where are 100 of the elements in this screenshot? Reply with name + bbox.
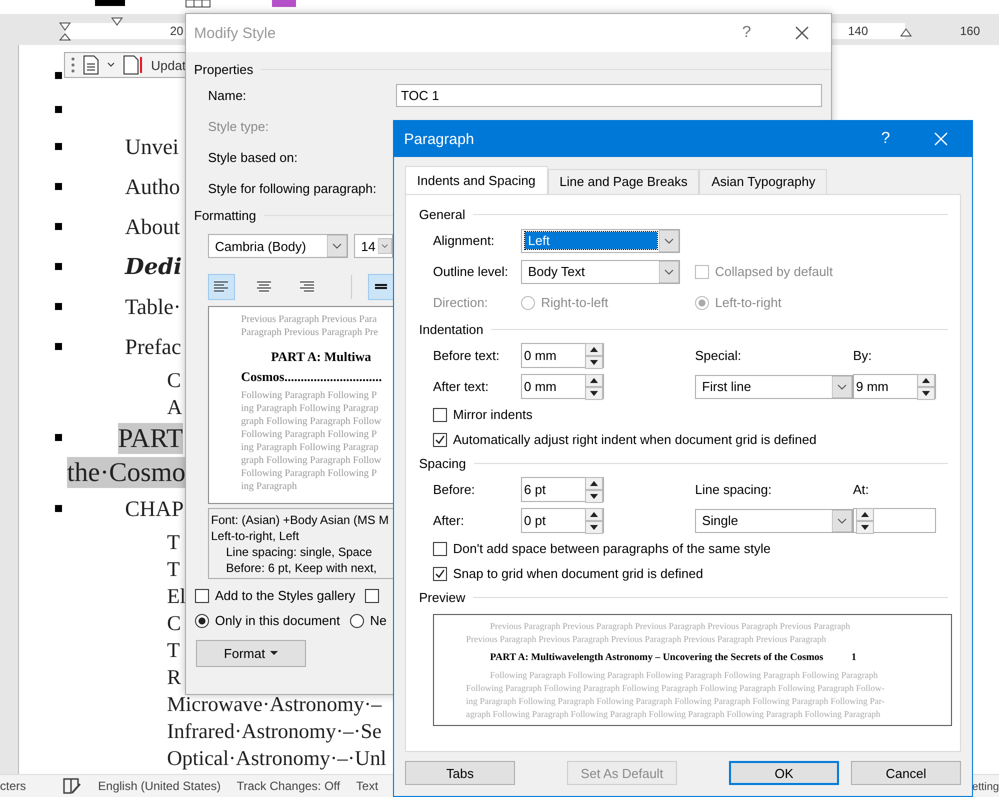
preview-text: Following Paragraph Following P [241, 428, 378, 441]
dropdown[interactable]: First line [695, 374, 853, 398]
name-field[interactable]: TOC 1 [396, 84, 822, 107]
document-text: El [167, 584, 186, 609]
radio-label[interactable]: Only in this document [215, 613, 340, 628]
help-button[interactable]: ? [742, 24, 751, 42]
radio-button[interactable] [195, 614, 209, 628]
document-text: CHAP [125, 496, 184, 522]
description-text: Left-to-right, Left [211, 528, 300, 544]
document-alert-icon[interactable] [123, 55, 143, 75]
update-button[interactable]: Updat [151, 58, 186, 72]
page-number: 1 [851, 652, 856, 663]
shape-icon[interactable] [271, 0, 297, 8]
preview-sample-text: PART A: Multiwavelength Astronomy – Uncovering the Secrets of the Cosmos [490, 652, 824, 663]
status-item[interactable]: English (United States) [98, 779, 221, 793]
table-icon[interactable] [185, 0, 211, 8]
preview-text: Following Paragraph Following Paragraph Following Paragraph Following Paragraph Following Paragraph Follow- [466, 682, 886, 695]
document-text: A [167, 395, 182, 420]
tab[interactable]: Indents and Spacing [405, 166, 548, 194]
checkbox-label[interactable]: Snap to grid when document grid is defined [453, 566, 704, 581]
book-pencil-icon[interactable] [62, 777, 82, 795]
spin-arrows-icon[interactable] [856, 508, 874, 534]
field-label: Style based on: [208, 150, 299, 165]
dropdown[interactable]: Single [695, 508, 853, 532]
spin-arrows-icon[interactable] [917, 374, 935, 400]
field-label: Direction: [433, 295, 489, 310]
preview-text: Previous Paragraph Previous Paragraph Previous Paragraph Previous Paragraph Previous Paragraph [466, 633, 828, 646]
radio-label: Left-to-right [715, 295, 782, 310]
dropdown[interactable]: Left [521, 228, 680, 252]
size-dropdown[interactable]: 14 [354, 234, 393, 258]
field-label: Line spacing: [695, 482, 773, 497]
spin-arrows-icon[interactable] [585, 476, 603, 502]
color-bar-icon[interactable] [95, 0, 125, 6]
checkbox-label: Collapsed by default [715, 264, 833, 279]
caret-icon[interactable] [107, 62, 115, 68]
preview-text: Paragraph Previous Paragraph Pre [241, 326, 379, 339]
document-text: C [167, 611, 182, 636]
preview-text: Following Paragraph Following P [241, 389, 378, 402]
dialog-button[interactable]: Cancel [851, 761, 961, 785]
spin-arrows-icon[interactable] [585, 374, 603, 400]
preview-text: ing Paragraph Following Paragrap [241, 441, 380, 454]
grip-icon[interactable] [71, 57, 75, 73]
chevron-down-icon[interactable] [832, 376, 852, 398]
status-item[interactable]: Text [356, 779, 378, 793]
spinner-field[interactable] [853, 508, 936, 533]
font-dropdown[interactable]: Cambria (Body) [208, 234, 348, 258]
spinner-field[interactable]: 6 pt [521, 477, 604, 502]
radio-label: Right-to-left [541, 295, 608, 310]
checkbox[interactable] [195, 588, 209, 602]
description-text: Before: 6 pt, Keep with next, [225, 560, 378, 576]
spinner-field[interactable]: 0 mm [521, 374, 604, 399]
dialog-button[interactable]: OK [729, 761, 839, 785]
checkbox[interactable] [433, 566, 447, 580]
checkbox-label[interactable]: Add to the Styles gallery [215, 588, 356, 603]
close-icon[interactable] [795, 26, 809, 40]
description-text: Font: (Asian) +Body Asian (MS M [211, 512, 390, 528]
chevron-down-icon[interactable] [832, 510, 852, 532]
format-button[interactable]: Format [196, 640, 306, 667]
checkbox-label[interactable]: Don't add space between paragraphs of the same style [453, 541, 771, 556]
spinner-field[interactable]: 0 mm [521, 343, 604, 368]
document-text: R [167, 665, 182, 690]
checkbox[interactable] [433, 432, 447, 446]
dialog-button: Set As Default [567, 761, 677, 785]
tab[interactable]: Asian Typography [699, 169, 828, 194]
dropdown[interactable]: Body Text [521, 260, 680, 284]
checkbox-label[interactable]: Automatically adjust right indent when document grid is defined [453, 432, 816, 447]
line-spacing-icon[interactable] [368, 274, 395, 300]
spin-arrows-icon[interactable] [585, 342, 603, 368]
checkbox[interactable] [365, 588, 380, 602]
indent-marker-icon[interactable] [900, 28, 912, 38]
status-item[interactable]: cters [0, 779, 26, 793]
status-item[interactable]: etting [972, 781, 999, 793]
help-button[interactable]: ? [881, 130, 890, 148]
status-item[interactable]: Track Changes: Off [236, 779, 340, 793]
section-heading: General [419, 206, 466, 222]
caret-icon[interactable] [270, 651, 278, 656]
radio-label[interactable]: Ne [370, 613, 387, 628]
indent-marker-icon[interactable] [111, 17, 123, 27]
document-text: Microwave·Astronomy·– [167, 692, 382, 717]
radio-button[interactable] [350, 614, 364, 628]
tab[interactable]: Line and Page Breaks [548, 169, 700, 194]
checkbox[interactable] [433, 408, 447, 422]
checkbox-label[interactable]: Mirror indents [453, 407, 532, 422]
chevron-down-icon[interactable] [327, 235, 347, 257]
align-left-icon[interactable] [208, 274, 235, 300]
field-label: After text: [433, 379, 490, 394]
document-icon[interactable] [83, 55, 99, 75]
document-text: Table· [125, 294, 181, 320]
field-label: Name: [208, 88, 248, 103]
spinner-field[interactable]: 9 mm [853, 374, 936, 399]
preview-text: Following Paragraph Following Paragraph Following Paragraph Following Paragraph Following Paragraph [489, 669, 879, 682]
chevron-down-icon[interactable] [659, 230, 679, 252]
dialog-button[interactable]: Tabs [405, 761, 515, 785]
spinner-field[interactable]: 0 pt [521, 508, 604, 533]
chevron-down-icon[interactable] [659, 260, 679, 282]
spin-arrows-icon[interactable] [585, 508, 603, 534]
preview-text: graph Following Paragraph Follow [241, 415, 382, 428]
preview-text: Previous Paragraph Previous Para [241, 313, 378, 326]
field-label: Style type: [208, 119, 270, 134]
checkbox[interactable] [433, 542, 447, 556]
